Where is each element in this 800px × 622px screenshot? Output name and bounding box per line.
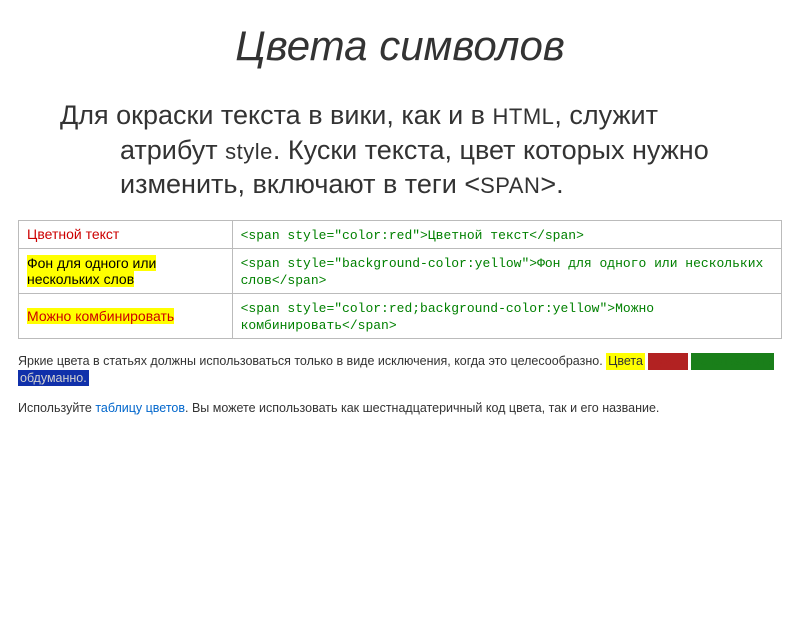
color-table-link[interactable]: таблицу цветов [95,401,185,415]
table-row: Цветной текст <span style="color:red">Цве… [19,220,782,248]
example-code: <span style="color:red;background-color:… [232,293,781,338]
badge-yellow: Цвета [606,353,645,370]
example-rendered: Цветной текст [19,220,233,248]
note1-text: Яркие цвета в статьях должны использоват… [18,354,606,368]
example-code-text: <span style="color:red;background-color:… [241,301,654,333]
example-rendered: Можно комбинировать [19,293,233,338]
note-color-table: Используйте таблицу цветов. Вы можете ис… [18,400,782,417]
badge-blue: обдуманно. [18,370,89,387]
intro-span-word: SPAN [480,173,540,198]
badge-green: использовать [691,353,773,370]
intro-span-open: < [464,169,480,199]
table-row: Фон для одного или нескольких слов <span … [19,248,782,293]
badge-red: нужно [648,353,688,370]
example-code-text: <span style="color:red">Цветной текст</s… [241,228,584,243]
page-title: Цвета символов [0,22,800,70]
intro-style-word: style [225,139,273,164]
intro-part1: Для окраски текста в вики, как и в [60,100,493,130]
intro-span-close: >. [540,169,563,199]
note2-suffix: . Вы можете использовать как шестнадцате… [185,401,659,415]
examples-table: Цветной текст <span style="color:red">Цве… [18,220,782,339]
note-colors-usage: Яркие цвета в статьях должны использоват… [18,353,782,387]
example-rendered-text: Можно комбинировать [27,308,174,324]
example-code-text: <span style="background-color:yellow">Фо… [241,256,764,288]
example-code: <span style="background-color:yellow">Фо… [232,248,781,293]
example-rendered: Фон для одного или нескольких слов [19,248,233,293]
table-row: Можно комбинировать <span style="color:re… [19,293,782,338]
intro-html-word: HTML [493,104,555,129]
example-rendered-text: Цветной текст [27,226,119,242]
example-rendered-text: Фон для одного или нескольких слов [27,255,156,287]
example-code: <span style="color:red">Цветной текст</s… [232,220,781,248]
note2-prefix: Используйте [18,401,95,415]
intro-paragraph: Для окраски текста в вики, как и в HTML,… [120,98,760,202]
